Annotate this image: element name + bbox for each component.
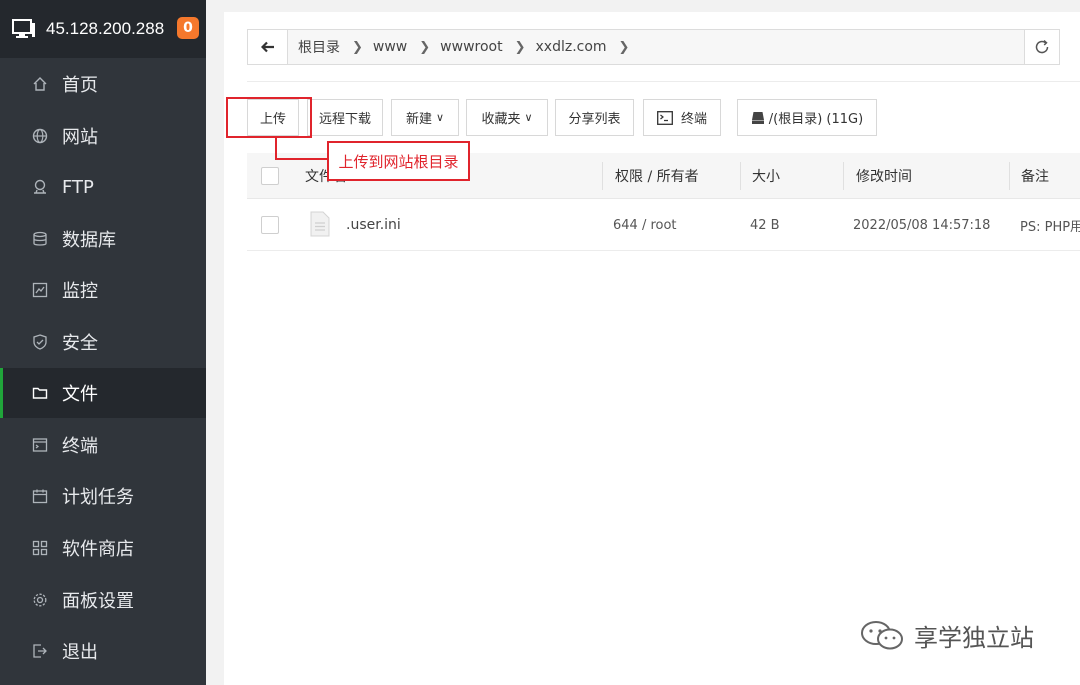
divider — [247, 81, 1080, 82]
sidebar-item-monitor[interactable]: 监控 — [0, 265, 206, 315]
callout-connector — [275, 136, 277, 160]
breadcrumb-item-www[interactable]: www ❯ — [363, 39, 430, 55]
row-checkbox[interactable] — [261, 216, 279, 234]
breadcrumb-item-wwwroot[interactable]: wwwroot ❯ — [430, 39, 525, 55]
sidebar-header: 45.128.200.288 0 — [0, 0, 206, 58]
disk-button[interactable]: /(根目录) (11G) — [737, 99, 877, 136]
apps-icon — [32, 540, 48, 556]
breadcrumb-item-root[interactable]: 根目录 ❯ — [288, 37, 363, 57]
sidebar-item-label: 网站 — [62, 127, 98, 148]
terminal-icon — [32, 437, 48, 453]
remote-download-button[interactable]: 远程下载 — [307, 99, 383, 136]
database-icon — [32, 231, 48, 247]
watermark: 享学独立站 — [860, 618, 1034, 653]
sidebar-item-label: 数据库 — [62, 230, 116, 251]
favorites-dropdown-button[interactable]: 收藏夹 ∨ — [466, 99, 548, 136]
monitor-icon — [32, 282, 48, 298]
file-name[interactable]: .user.ini — [346, 199, 401, 251]
file-note: PS: PHP用 — [1020, 219, 1080, 235]
column-divider — [1009, 162, 1010, 190]
sidebar-item-label: 安全 — [62, 333, 98, 354]
chevron-right-icon: ❯ — [352, 39, 363, 55]
file-manager-panel: 根目录 ❯ www ❯ wwwroot ❯ xxdlz.com ❯ 上传 远程下载 新建… — [224, 12, 1080, 685]
shield-icon — [32, 334, 48, 350]
sidebar-item-label: 文件 — [62, 384, 98, 405]
chevron-right-icon: ❯ — [419, 39, 431, 55]
ftp-icon — [32, 179, 48, 195]
refresh-button[interactable] — [1024, 30, 1059, 64]
column-header-size[interactable]: 大小 — [752, 153, 780, 199]
table-row[interactable]: .user.ini 644 / root 42 B 2022/05/08 14:… — [247, 199, 1080, 251]
terminal-button[interactable]: 终端 — [643, 99, 721, 136]
terminal-icon — [657, 110, 673, 125]
file-size: 42 B — [750, 217, 780, 233]
sidebar-item-label: 计划任务 — [62, 487, 134, 508]
share-list-button[interactable]: 分享列表 — [555, 99, 634, 136]
sidebar-item-files[interactable]: 文件 — [0, 368, 206, 418]
chevron-right-icon: ❯ — [618, 39, 630, 55]
column-header-modified[interactable]: 修改时间 — [856, 153, 912, 199]
file-modified-time: 2022/05/08 14:57:18 — [853, 217, 991, 233]
home-icon — [32, 76, 48, 92]
disk-icon — [751, 111, 764, 124]
upload-callout: 上传到网站根目录 — [327, 141, 470, 181]
gear-icon — [32, 592, 48, 608]
sidebar-item-security[interactable]: 安全 — [0, 317, 206, 367]
column-header-note: 备注 — [1021, 169, 1049, 185]
refresh-icon — [1035, 39, 1049, 54]
sidebar-item-label: 监控 — [62, 281, 98, 302]
file-permission[interactable]: 644 / root — [613, 199, 677, 251]
globe-icon — [32, 128, 48, 144]
sidebar-item-label: 退出 — [62, 642, 98, 663]
sidebar-item-logout[interactable]: 退出 — [0, 626, 206, 676]
sidebar-item-cron[interactable]: 计划任务 — [0, 471, 206, 521]
chevron-right-icon: ❯ — [514, 39, 526, 55]
chevron-down-icon: ∨ — [435, 111, 445, 124]
column-divider — [602, 162, 603, 190]
sidebar-item-home[interactable]: 首页 — [0, 59, 206, 109]
breadcrumb-item-site[interactable]: xxdlz.com ❯ — [526, 39, 630, 55]
sidebar: 45.128.200.288 0 首页 网站 FTP 数据库 监控 安全 文件 … — [0, 0, 206, 685]
column-header-permission[interactable]: 权限 / 所有者 — [615, 153, 699, 199]
sidebar-item-label: 面板设置 — [62, 591, 134, 612]
server-ip: 45.128.200.288 — [46, 19, 165, 38]
column-divider — [740, 162, 741, 190]
callout-connector — [275, 158, 329, 160]
sidebar-item-website[interactable]: 网站 — [0, 111, 206, 161]
sidebar-item-label: 终端 — [62, 436, 98, 457]
sidebar-item-label: 软件商店 — [62, 539, 134, 560]
wechat-icon — [861, 620, 903, 649]
sidebar-item-ftp[interactable]: FTP — [0, 162, 206, 212]
sidebar-item-app-store[interactable]: 软件商店 — [0, 523, 206, 573]
file-icon — [310, 211, 330, 237]
breadcrumb: 根目录 ❯ www ❯ wwwroot ❯ xxdlz.com ❯ — [247, 29, 1060, 65]
sidebar-item-settings[interactable]: 面板设置 — [0, 575, 206, 625]
upload-highlight — [226, 97, 312, 138]
logout-icon — [32, 643, 48, 659]
column-divider — [843, 162, 844, 190]
sidebar-item-terminal[interactable]: 终端 — [0, 420, 206, 470]
notification-badge[interactable]: 0 — [177, 17, 199, 39]
select-all-checkbox[interactable] — [261, 167, 279, 185]
sidebar-item-label: 首页 — [62, 75, 98, 96]
sidebar-item-label: FTP — [62, 176, 94, 198]
arrow-left-icon — [260, 41, 274, 53]
folder-icon — [32, 385, 48, 401]
calendar-icon — [32, 488, 48, 504]
chevron-down-icon: ∨ — [524, 111, 533, 124]
monitor-icon — [12, 19, 35, 38]
sidebar-item-database[interactable]: 数据库 — [0, 214, 206, 264]
back-button[interactable] — [248, 30, 288, 64]
new-dropdown-button[interactable]: 新建 ∨ — [391, 99, 459, 136]
